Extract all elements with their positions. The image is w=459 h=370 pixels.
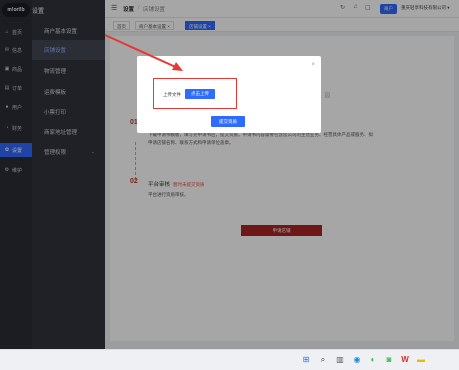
edge-browser-icon[interactable]: ◉ [352,355,362,365]
highlight-box [153,78,237,109]
folder-icon[interactable]: ▬ [416,355,426,365]
wechat-icon[interactable]: ◐ [368,355,378,365]
search-icon[interactable]: ⌕ [318,355,328,365]
task-view-icon[interactable]: ▥ [335,355,345,365]
taskbar: ⊞ ⌕ ▥ ◉ ◐ ◙ W ▬ [0,349,459,370]
wps-icon[interactable]: W [400,355,410,365]
modal-overlay [0,0,459,349]
submit-qualification-button[interactable]: 提交资质 [211,116,245,127]
messenger-icon[interactable]: ◙ [384,355,394,365]
close-icon[interactable]: × [311,62,315,68]
windows-start-icon[interactable]: ⊞ [301,355,311,365]
background-text: 园 [325,93,331,99]
